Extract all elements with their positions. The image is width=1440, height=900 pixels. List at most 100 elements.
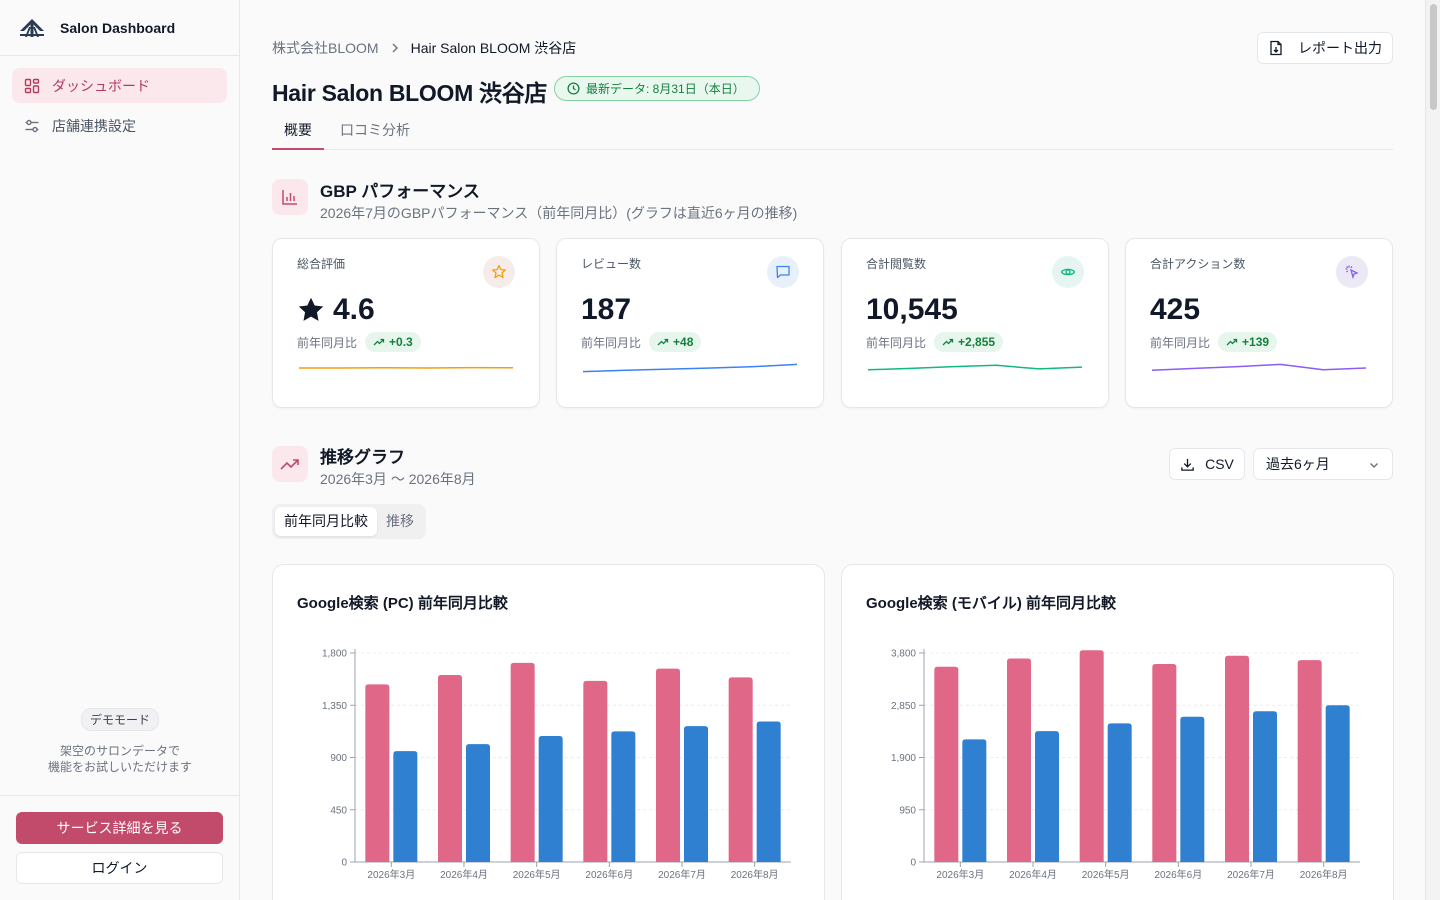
kpi-label: 総合評価 xyxy=(297,257,346,271)
kpi-delta-badge: +0.3 xyxy=(365,332,421,352)
kpi-value: 187 xyxy=(581,293,632,326)
kpi-comparison: 前年同月比 +2,855 xyxy=(866,332,1004,352)
toggle-trend[interactable]: 推移 xyxy=(377,507,423,536)
toggle-yoy-comparison[interactable]: 前年同月比較 xyxy=(275,507,377,536)
vertical-scrollbar[interactable] xyxy=(1425,0,1440,900)
y-tick-label: 0 xyxy=(341,858,347,869)
tab-overview[interactable]: 概要 xyxy=(272,118,324,150)
bar-current-year xyxy=(466,744,490,862)
csv-download-button[interactable]: CSV xyxy=(1169,448,1245,480)
bar-previous-year xyxy=(1152,664,1177,862)
sidebar-item-store-settings[interactable]: 店舗連携設定 xyxy=(12,108,227,143)
x-tick-label: 2026年8月 xyxy=(1300,868,1348,881)
y-tick-label: 900 xyxy=(330,753,347,764)
x-tick-label: 2026年6月 xyxy=(1154,868,1202,881)
trending-up-icon xyxy=(373,338,385,346)
eye-icon xyxy=(1052,256,1084,288)
file-export-icon xyxy=(1270,40,1282,56)
trend-section-subtitle: 2026年3月 〜 2026年8月 xyxy=(320,471,476,487)
x-tick-label: 2026年3月 xyxy=(936,868,984,881)
kpi-card-actions: 合計アクション数 425 前年同月比 +139 xyxy=(1125,238,1393,408)
bar-previous-year xyxy=(728,677,753,862)
sidebar-footer: サービス詳細を見る ログイン xyxy=(0,795,240,900)
breadcrumb: 株式会社BLOOM Hair Salon BLOOM 渋谷店 xyxy=(272,38,576,58)
chart-card-mobile-search: Google検索 (モバイル) 前年同月比較 0 950 1,900 2,850 3,8… xyxy=(841,564,1394,900)
kpi-sparkline xyxy=(299,366,514,369)
freshness-text: 最新データ: 8月31日（本日） xyxy=(586,82,745,96)
report-export-button[interactable]: レポート出力 xyxy=(1257,32,1393,64)
sparkline-path xyxy=(1151,363,1367,371)
x-tick-label: 2026年8月 xyxy=(731,868,779,881)
sidebar-nav: ダッシュボード 店舗連携設定 xyxy=(0,56,239,160)
breadcrumb-company[interactable]: 株式会社BLOOM xyxy=(272,38,379,58)
bar-previous-year xyxy=(510,662,535,862)
bar-current-year xyxy=(962,739,987,862)
star-filled-icon xyxy=(298,297,324,321)
kpi-compare-label: 前年同月比 xyxy=(297,335,358,350)
kpi-value: 4.6 xyxy=(297,293,375,327)
brand: Salon Dashboard xyxy=(0,0,239,56)
csv-button-label: CSV xyxy=(1205,456,1234,472)
y-tick-label: 1,800 xyxy=(322,649,347,660)
trending-up-icon xyxy=(657,338,669,346)
bar-current-year xyxy=(1107,723,1132,862)
bar-previous-year xyxy=(438,675,462,862)
clock-icon xyxy=(567,82,580,95)
kpi-comparison: 前年同月比 +48 xyxy=(581,332,702,352)
sidebar-item-dashboard[interactable]: ダッシュボード xyxy=(12,68,227,103)
trending-up-icon xyxy=(1226,338,1238,346)
bar-chart-icon xyxy=(272,179,308,215)
x-tick-label: 2026年5月 xyxy=(513,868,561,881)
bar-previous-year xyxy=(1225,655,1249,862)
y-tick-label: 2,850 xyxy=(891,701,916,712)
login-button[interactable]: ログイン xyxy=(16,852,223,884)
app-name: Salon Dashboard xyxy=(60,19,176,36)
kpi-delta-badge: +139 xyxy=(1218,332,1278,352)
scrollbar-thumb[interactable] xyxy=(1430,4,1437,110)
chart-title: Google検索 (PC) 前年同月比較 xyxy=(297,594,509,612)
x-tick-label: 2026年4月 xyxy=(1009,868,1057,881)
kpi-delta-badge: +48 xyxy=(649,332,702,352)
x-tick-label: 2026年4月 xyxy=(440,868,488,881)
bar-previous-year xyxy=(583,680,608,862)
chevron-down-icon xyxy=(1370,463,1378,468)
bar-current-year xyxy=(538,736,563,862)
x-tick-label: 2026年7月 xyxy=(1227,868,1275,881)
kpi-card-views: 合計閲覧数 10,545 前年同月比 +2,855 xyxy=(841,238,1109,408)
view-toggle: 前年同月比較 推移 xyxy=(272,504,426,539)
report-button-label: レポート出力 xyxy=(1298,40,1382,56)
bar-current-year xyxy=(611,731,636,862)
period-select[interactable]: 過去6ヶ月 xyxy=(1253,448,1393,480)
y-tick-label: 1,350 xyxy=(322,701,347,712)
service-details-button[interactable]: サービス詳細を見る xyxy=(16,812,223,844)
kpi-card-reviews: レビュー数 187 前年同月比 +48 xyxy=(556,238,824,408)
trending-up-icon xyxy=(272,446,308,482)
kpi-comparison: 前年同月比 +139 xyxy=(1150,332,1278,352)
trending-up-icon xyxy=(942,338,954,346)
bar-current-year xyxy=(1253,711,1277,862)
y-tick-label: 950 xyxy=(899,805,916,816)
tab-review-analysis[interactable]: 口コミ分析 xyxy=(328,118,422,150)
bar-current-year xyxy=(756,721,781,862)
bar-previous-year xyxy=(1297,660,1322,862)
kpi-compare-label: 前年同月比 xyxy=(866,335,927,350)
trend-section-title: 推移グラフ xyxy=(320,448,405,467)
demo-mode-panel: デモモード 架空のサロンデータで 機能をお試しいただけます xyxy=(0,708,240,775)
kpi-label: 合計閲覧数 xyxy=(866,257,927,271)
kpi-delta-badge: +2,855 xyxy=(934,332,1004,352)
x-tick-label: 2026年6月 xyxy=(585,868,633,881)
kpi-delta-text: +48 xyxy=(673,335,694,349)
sidebar-item-label: 店舗連携設定 xyxy=(52,117,136,134)
kpi-delta-text: +2,855 xyxy=(958,335,996,349)
kpi-sparkline xyxy=(1151,363,1367,371)
sparkline-path xyxy=(582,363,798,373)
kpi-label: 合計アクション数 xyxy=(1150,257,1246,271)
kpi-sparkline xyxy=(582,363,798,373)
kpi-value-text: 4.6 xyxy=(333,293,375,326)
page-tabs: 概要 口コミ分析 xyxy=(272,118,1393,150)
bar-previous-year xyxy=(934,666,959,862)
bar-current-year xyxy=(1180,716,1205,862)
kpi-card-rating: 総合評価 4.6 前年同月比 +0.3 xyxy=(272,238,540,408)
demo-text-line: 架空のサロンデータで xyxy=(59,744,180,758)
bar-previous-year xyxy=(1007,658,1031,862)
